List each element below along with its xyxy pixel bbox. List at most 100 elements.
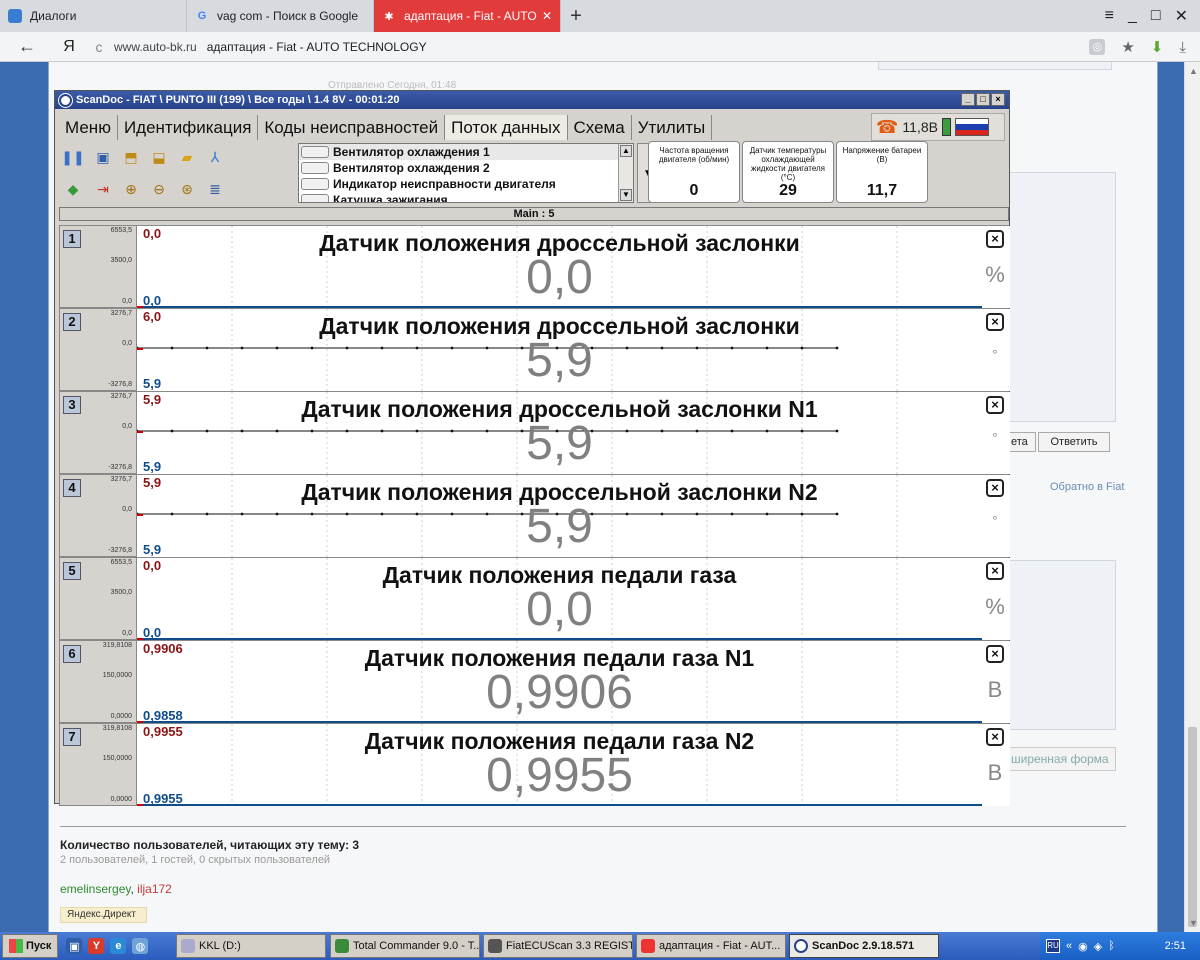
- chart-plot[interactable]: 0,9955 0,9955 Датчик положения педали газа…: [136, 724, 983, 806]
- user-link[interactable]: emelinsergey: [60, 882, 130, 896]
- scroll-thumb[interactable]: [1188, 727, 1197, 927]
- minimize-button[interactable]: _: [1128, 7, 1137, 25]
- ie-icon[interactable]: e: [110, 938, 127, 954]
- chart-number[interactable]: 4: [63, 479, 81, 497]
- folder-icon[interactable]: ▰: [175, 145, 199, 169]
- menu-item-utilities[interactable]: Утилиты: [632, 115, 713, 140]
- tab-forum[interactable]: ✱ адаптация - Fiat - AUTO ✕: [374, 0, 561, 32]
- extended-form-button[interactable]: ширенная форма: [1008, 747, 1116, 771]
- zoom-in-icon[interactable]: ⊕: [119, 177, 143, 201]
- maximize-button[interactable]: □: [1151, 7, 1161, 25]
- toggle-checkbox[interactable]: [301, 162, 329, 174]
- chart-number[interactable]: 3: [63, 396, 81, 414]
- chart-plot[interactable]: 5,9 5,9 Датчик положения дроссельной засло…: [136, 392, 982, 474]
- list-icon[interactable]: ≣: [203, 177, 227, 201]
- close-icon[interactable]: ×: [986, 396, 1004, 414]
- chart-plot[interactable]: 0,0 0,0 Датчик положения педали газа 0,0: [136, 558, 983, 640]
- protect-icon[interactable]: ◎: [1089, 39, 1106, 55]
- chart-plot[interactable]: 0,0 0,0 Датчик положения дроссельной засло…: [136, 226, 983, 308]
- scroll-down-icon[interactable]: ▼: [1189, 918, 1198, 928]
- close-icon[interactable]: ×: [986, 728, 1004, 746]
- close-icon[interactable]: ×: [986, 645, 1004, 663]
- menu-item-data-stream[interactable]: Поток данных: [445, 115, 568, 140]
- close-icon[interactable]: ×: [986, 313, 1004, 331]
- list-item[interactable]: Катушка зажигания: [299, 192, 633, 202]
- star-icon[interactable]: ★: [1121, 38, 1134, 56]
- yandex-direct-badge[interactable]: Яндекс.Директ: [60, 907, 147, 923]
- tray-chevron-icon[interactable]: «: [1066, 940, 1072, 952]
- leaf-icon[interactable]: ◆: [61, 177, 85, 201]
- tab-google[interactable]: G vag com - Поиск в Google: [187, 0, 374, 32]
- reload-icon[interactable]: c: [84, 39, 114, 55]
- toggle-checkbox[interactable]: [301, 146, 329, 158]
- quote-button[interactable]: ета: [1008, 432, 1036, 452]
- export-icon[interactable]: ⬒: [119, 145, 143, 169]
- scroll-up-icon[interactable]: ▲: [1189, 66, 1198, 76]
- bluetooth-icon[interactable]: ᛒ: [1108, 940, 1115, 952]
- signal-list-scrollbar[interactable]: ▲ ▼: [618, 144, 633, 202]
- chart-number[interactable]: 5: [63, 562, 81, 580]
- graph-mode-icon[interactable]: ⅄: [203, 145, 227, 169]
- signal-list[interactable]: Вентилятор охлаждения 1 Вентилятор охлаж…: [298, 143, 634, 203]
- task-scandoc[interactable]: ScanDoc 2.9.18.571: [789, 934, 939, 958]
- antivirus-icon[interactable]: ◈: [1094, 940, 1102, 953]
- yandex-logo[interactable]: Я: [54, 38, 84, 56]
- task-total-commander[interactable]: Total Commander 9.0 - T...: [330, 934, 480, 958]
- page-scrollbar[interactable]: ▲ ▼: [1184, 62, 1200, 932]
- start-button[interactable]: Пуск: [2, 934, 59, 958]
- menu-item-menu[interactable]: Меню: [59, 115, 118, 140]
- yandex-icon[interactable]: Y: [88, 938, 105, 954]
- scandoc-close-button[interactable]: ×: [991, 93, 1005, 106]
- window-controls: ≡ _ □ ✕: [1105, 0, 1200, 32]
- zoom-fit-icon[interactable]: ⊛: [175, 177, 199, 201]
- menu-icon[interactable]: ≡: [1105, 7, 1114, 25]
- save-icon[interactable]: ▣: [91, 145, 115, 169]
- menu-item-fault-codes[interactable]: Коды неисправностей: [258, 115, 446, 140]
- task-browser[interactable]: адаптация - Fiat - AUT...: [636, 934, 786, 958]
- download-icon[interactable]: ⤓: [1179, 39, 1186, 56]
- url-field[interactable]: www.auto-bk.ru адаптация - Fiat - AUTO T…: [114, 40, 427, 54]
- scandoc-titlebar[interactable]: ScanDoc - FIAT \ PUNTO III (199) \ Все г…: [55, 91, 1009, 109]
- back-button[interactable]: ←: [0, 36, 54, 57]
- list-item[interactable]: Вентилятор охлаждения 1: [299, 144, 633, 160]
- scroll-up-icon[interactable]: ▲: [620, 145, 632, 157]
- toggle-checkbox[interactable]: [301, 194, 329, 202]
- chart-number[interactable]: 2: [63, 313, 81, 331]
- explorer-icon[interactable]: ◍: [132, 938, 149, 954]
- chart-plot[interactable]: 0,9906 0,9858 Датчик положения педали газа…: [136, 641, 983, 723]
- close-tab-icon[interactable]: ✕: [542, 9, 552, 23]
- import-icon[interactable]: ⬓: [147, 145, 171, 169]
- scandoc-minimize-button[interactable]: _: [961, 93, 975, 106]
- chart-number[interactable]: 6: [63, 645, 81, 663]
- pause-icon[interactable]: ❚❚: [61, 145, 85, 169]
- zoom-out-icon[interactable]: ⊖: [147, 177, 171, 201]
- menu-item-scheme[interactable]: Схема: [568, 115, 632, 140]
- new-tab-button[interactable]: +: [561, 0, 591, 32]
- user-link[interactable]: ilja172: [137, 882, 172, 896]
- toggle-checkbox[interactable]: [301, 178, 329, 190]
- reply-button[interactable]: Ответить: [1038, 432, 1110, 452]
- exit-icon[interactable]: ⇥: [91, 177, 115, 201]
- scroll-down-icon[interactable]: ▼: [620, 189, 632, 201]
- close-icon[interactable]: ×: [986, 230, 1004, 248]
- close-icon[interactable]: ×: [986, 479, 1004, 497]
- chart-number[interactable]: 7: [63, 728, 81, 746]
- network-icon[interactable]: ◉: [1078, 940, 1088, 953]
- list-item[interactable]: Индикатор неисправности двигателя: [299, 176, 633, 192]
- chart-number[interactable]: 1: [63, 230, 81, 248]
- scandoc-maximize-button[interactable]: □: [976, 93, 990, 106]
- task-fiatecuscan[interactable]: FiatECUScan 3.3 REGIST...: [483, 934, 633, 958]
- back-to-fiat-link[interactable]: Обратно в Fiat: [1050, 481, 1124, 493]
- russia-flag-icon[interactable]: [954, 118, 989, 136]
- chart-plot[interactable]: 5,9 5,9 Датчик положения дроссельной засло…: [136, 475, 982, 557]
- language-indicator[interactable]: RU: [1046, 939, 1060, 953]
- list-item[interactable]: Вентилятор охлаждения 2: [299, 160, 633, 176]
- extension-icon[interactable]: ⬇: [1151, 38, 1164, 56]
- close-icon[interactable]: ×: [986, 562, 1004, 580]
- menu-item-identification[interactable]: Идентификация: [118, 115, 259, 140]
- chart-plot[interactable]: 6,0 5,9 Датчик положения дроссельной засло…: [136, 309, 982, 391]
- close-button[interactable]: ✕: [1175, 6, 1188, 26]
- tab-dialogs[interactable]: Диалоги: [0, 0, 187, 32]
- save-icon[interactable]: ▣: [66, 938, 83, 954]
- task-kkl[interactable]: KKL (D:): [176, 934, 326, 958]
